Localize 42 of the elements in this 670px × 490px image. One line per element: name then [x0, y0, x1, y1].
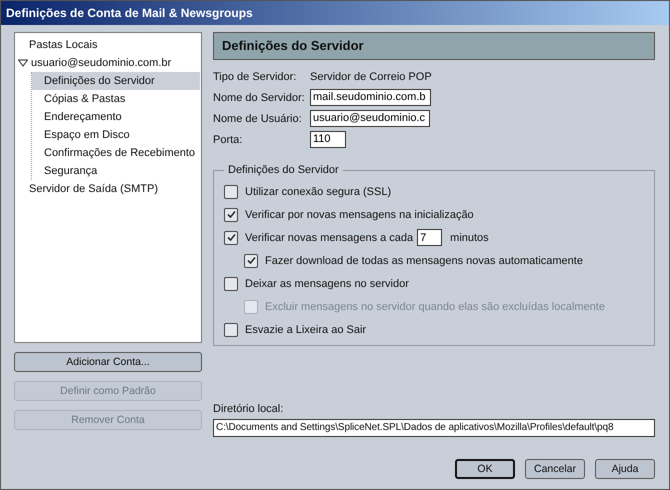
tree-item[interactable]: Segurança [32, 162, 200, 180]
checkbox[interactable] [244, 254, 258, 268]
field-label: Porta: [213, 134, 244, 146]
checkbox-label: Deixar as mensagens no servidor [245, 278, 409, 290]
tree-item[interactable]: Confirmações de Recebimento [32, 144, 200, 162]
checkbox-label: Fazer download de todas as mensagens novas automaticamente [265, 254, 583, 266]
field-label: Nome de Usuário: [213, 112, 303, 124]
window-title: Definições de Conta de Mail & Newsgroups [1, 1, 669, 25]
dialog-button[interactable]: OK [455, 459, 515, 479]
server-type-value: Servidor de Correio POP [310, 70, 432, 82]
field-label: Tipo de Servidor: [213, 70, 298, 82]
checkbox[interactable] [224, 276, 238, 290]
field-label: Diretório local: [213, 403, 284, 415]
checkbox-label: Verificar novas mensagens a cada [245, 232, 414, 244]
dialog-button[interactable]: Cancelar [525, 459, 585, 479]
checkbox-label: Verificar por novas mensagens na inicialização [245, 208, 474, 220]
input-field[interactable]: 110 [310, 131, 346, 148]
checkbox-label: Utilizar conexão segura (SSL) [245, 186, 392, 198]
panel-header: Definições do Servidor [213, 32, 655, 60]
tree-item[interactable]: usuario@seudominio.com.br [15, 54, 201, 72]
tree-item[interactable]: Espaço em Disco [32, 126, 200, 144]
field-label: Nome do Servidor: [213, 92, 306, 104]
checkbox-label: Excluir mensagens no servidor quando elas são excluídas localmente [265, 300, 605, 312]
tree-item[interactable]: Servidor de Saída (SMTP) [15, 180, 201, 198]
input-field[interactable]: usuario@seudominio.c [310, 110, 430, 127]
unit-label: minutos [450, 232, 489, 244]
tree-item[interactable]: Pastas Locais [15, 36, 201, 54]
tree-item[interactable]: Cópias & Pastas [32, 90, 200, 108]
dialog-button[interactable]: Ajuda [595, 459, 655, 479]
tree-item[interactable]: Endereçamento [32, 108, 200, 126]
group-title: Definições do Servidor [227, 164, 340, 176]
checkbox[interactable] [224, 322, 238, 336]
interval-field[interactable]: 7 [417, 229, 442, 246]
input-field[interactable]: mail.seudominio.com.b [310, 89, 430, 106]
path-field[interactable]: C:\Documents and Settings\SpliceNet.SPL\Dados de aplicativos\Mozilla\Profiles\default\pq8 [213, 419, 655, 437]
tree-item[interactable]: Definições do Servidor [32, 72, 200, 90]
checkbox[interactable] [224, 184, 238, 198]
checkbox-label: Esvazie a Lixeira ao Sair [245, 324, 366, 336]
checkbox[interactable] [224, 208, 238, 222]
checkbox[interactable] [224, 230, 238, 244]
account-button[interactable]: Adicionar Conta... [14, 352, 202, 372]
expander-icon[interactable] [18, 59, 28, 68]
